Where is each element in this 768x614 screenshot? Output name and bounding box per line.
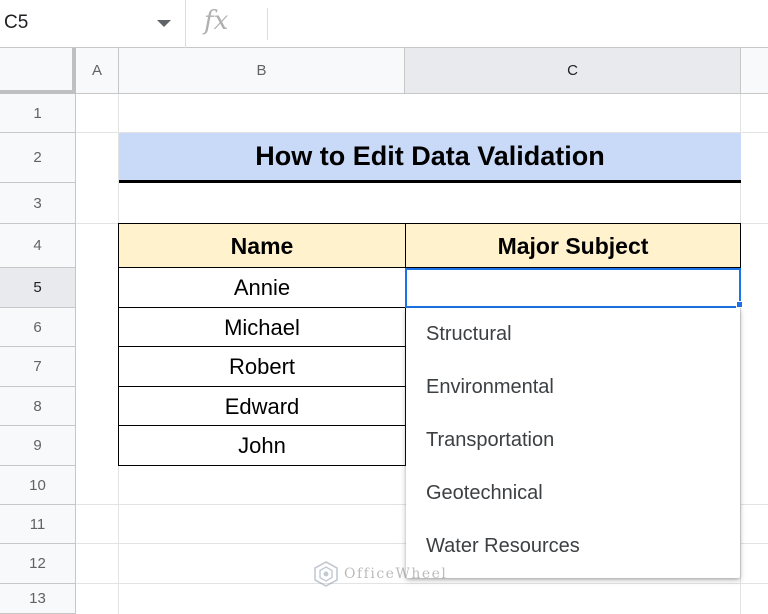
table-border (118, 346, 405, 347)
name-cell[interactable]: Edward (119, 387, 405, 426)
table-border (118, 307, 405, 308)
watermark-text: OfficeWheel (344, 566, 448, 582)
name-cell[interactable]: John (119, 426, 405, 466)
dropdown-option[interactable]: Water Resources (406, 520, 740, 573)
header-major-subject[interactable]: Major Subject (405, 224, 741, 268)
selected-cell-c5[interactable] (405, 268, 741, 308)
caret-down-icon[interactable] (157, 20, 171, 27)
row-header-13[interactable]: 13 (0, 584, 76, 614)
column-header-d[interactable] (741, 48, 768, 94)
table-border (740, 223, 741, 268)
watermark: OfficeWheel (312, 560, 447, 588)
name-cell[interactable]: Michael (119, 308, 405, 347)
dropdown-option[interactable]: Structural (406, 308, 740, 361)
row-header-3[interactable]: 3 (0, 183, 76, 224)
table-border (118, 465, 406, 466)
row-header-1[interactable]: 1 (0, 94, 76, 133)
row-header-9[interactable]: 9 (0, 426, 76, 466)
watermark-logo-icon (314, 561, 338, 587)
table-border (118, 223, 119, 466)
header-name[interactable]: Name (119, 224, 405, 268)
row-header-5[interactable]: 5 (0, 268, 76, 308)
table-border (118, 223, 741, 224)
row-header-7[interactable]: 7 (0, 347, 76, 387)
formula-bar: C5 fx (0, 0, 768, 48)
name-box-value: C5 (4, 12, 29, 33)
dropdown-option[interactable]: Transportation (406, 414, 740, 467)
dropdown-option[interactable]: Environmental (406, 361, 740, 414)
row-header-10[interactable]: 10 (0, 466, 76, 505)
fill-handle[interactable] (736, 301, 743, 308)
row-header-6[interactable]: 6 (0, 308, 76, 347)
column-header-b[interactable]: B (119, 48, 405, 94)
row-header-12[interactable]: 12 (0, 544, 76, 584)
name-box[interactable]: C5 (0, 0, 186, 48)
table-border (118, 386, 405, 387)
row-header-8[interactable]: 8 (0, 387, 76, 426)
table-border (118, 425, 405, 426)
row-header-11[interactable]: 11 (0, 505, 76, 544)
row-header-4[interactable]: 4 (0, 224, 76, 268)
column-header-c[interactable]: C (405, 48, 741, 94)
name-cell[interactable]: Robert (119, 347, 405, 387)
name-cell[interactable]: Annie (119, 268, 405, 308)
sheet-title[interactable]: How to Edit Data Validation (119, 133, 741, 183)
fx-icon: fx (204, 6, 229, 36)
row-header-2[interactable]: 2 (0, 133, 76, 183)
select-all-corner[interactable] (0, 48, 76, 94)
column-header-a[interactable]: A (76, 48, 119, 94)
validation-dropdown: Structural Environmental Transportation … (406, 308, 740, 578)
formula-divider (267, 8, 268, 40)
dropdown-option[interactable]: Geotechnical (406, 467, 740, 520)
